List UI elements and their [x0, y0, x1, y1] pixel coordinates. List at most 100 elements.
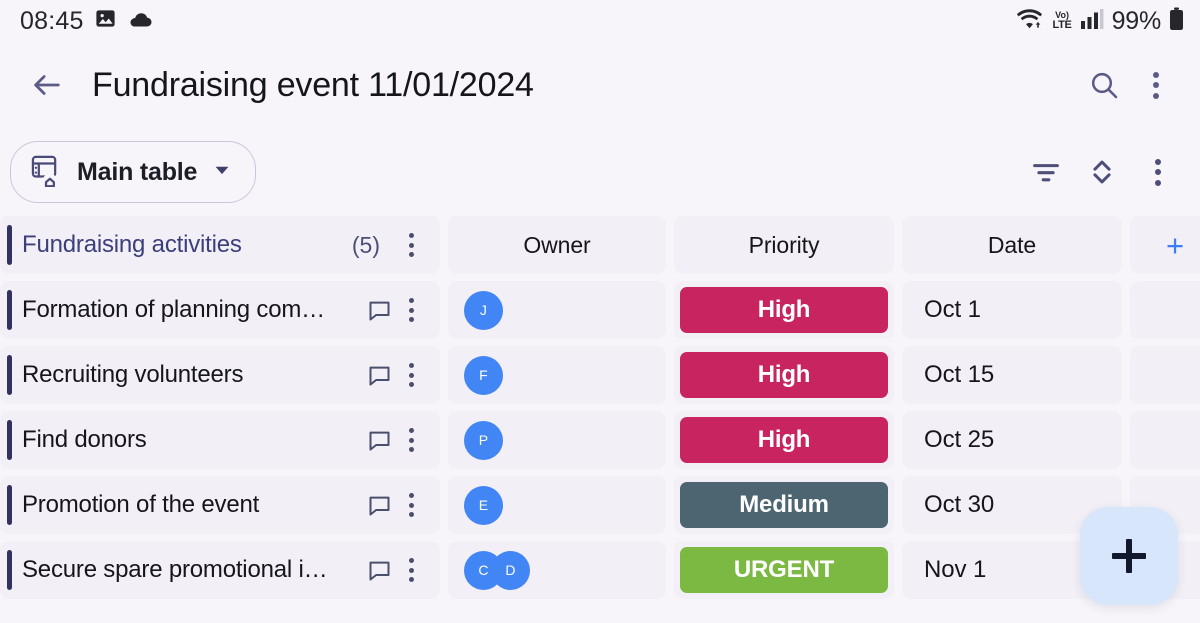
owner-cell[interactable]: P	[448, 411, 666, 469]
comment-icon[interactable]	[362, 550, 396, 590]
owner-avatars: E	[464, 485, 503, 525]
task-name-label: Formation of planning com…	[22, 296, 325, 323]
priority-cell[interactable]: Medium	[674, 476, 894, 534]
group-overflow-menu-button[interactable]	[396, 225, 426, 265]
column-header-priority-label: Priority	[748, 231, 820, 258]
date-label: Oct 25	[924, 426, 995, 453]
avatar[interactable]: F	[464, 355, 503, 395]
sort-button[interactable]	[1074, 144, 1130, 200]
column-header-date[interactable]: Date	[902, 216, 1122, 274]
owner-cell[interactable]: J	[448, 281, 666, 339]
priority-cell[interactable]: High	[674, 346, 894, 404]
search-button[interactable]	[1078, 59, 1130, 111]
avatar[interactable]: J	[464, 290, 503, 330]
signal-bars-icon	[1080, 8, 1104, 35]
toolbar-overflow-menu-button[interactable]	[1130, 144, 1186, 200]
group-header-row: Fundraising activities (5) Owner Priorit…	[0, 216, 1200, 274]
plus-icon: +	[1165, 227, 1185, 263]
table-row[interactable]: Find donors P High Oct 25	[0, 411, 1200, 469]
battery-icon	[1169, 7, 1184, 36]
date-label: Oct 1	[924, 296, 981, 323]
task-name-label: Secure spare promotional i…	[22, 556, 328, 583]
date-cell[interactable]: Oct 1	[902, 281, 1122, 339]
priority-chip[interactable]: Medium	[680, 482, 888, 528]
table-row[interactable]: Recruiting volunteers F High Oct 15	[0, 346, 1200, 404]
row-overflow-menu-button[interactable]	[396, 355, 426, 395]
add-column-button[interactable]: +	[1130, 216, 1200, 274]
row-overflow-menu-button[interactable]	[396, 420, 426, 460]
table-row[interactable]: Secure spare promotional i… CD URGENT No…	[0, 541, 1200, 599]
back-button[interactable]	[24, 62, 70, 108]
board-selector-label: Main table	[77, 157, 198, 186]
comment-icon[interactable]	[362, 485, 396, 525]
owner-avatars: J	[464, 290, 503, 330]
image-icon	[94, 7, 117, 35]
row-extra-cell[interactable]	[1130, 411, 1200, 469]
task-name-cell[interactable]: Secure spare promotional i…	[0, 541, 440, 599]
owner-cell[interactable]: F	[448, 346, 666, 404]
row-overflow-menu-button[interactable]	[396, 485, 426, 525]
task-name-label: Promotion of the event	[22, 491, 260, 518]
battery-percentage: 99%	[1111, 6, 1162, 35]
comment-icon[interactable]	[362, 420, 396, 460]
filter-button[interactable]	[1018, 144, 1074, 200]
column-header-priority[interactable]: Priority	[674, 216, 894, 274]
date-label: Nov 1	[924, 556, 987, 583]
row-extra-cell[interactable]	[1130, 346, 1200, 404]
owner-cell[interactable]: CD	[448, 541, 666, 599]
task-name-cell[interactable]: Formation of planning com…	[0, 281, 440, 339]
row-overflow-menu-button[interactable]	[396, 290, 426, 330]
priority-cell[interactable]: High	[674, 411, 894, 469]
priority-chip[interactable]: High	[680, 287, 888, 333]
volte-icon: Vo) LTE	[1052, 10, 1072, 31]
app-bar: Fundraising event 11/01/2024	[0, 42, 1200, 128]
task-name-cell[interactable]: Promotion of the event	[0, 476, 440, 534]
avatar[interactable]: P	[464, 420, 503, 460]
date-label: Oct 30	[924, 491, 995, 518]
kebab-icon	[1143, 152, 1173, 192]
date-cell[interactable]: Oct 15	[902, 346, 1122, 404]
priority-chip[interactable]: High	[680, 352, 888, 398]
priority-cell[interactable]: High	[674, 281, 894, 339]
date-label: Oct 15	[924, 361, 995, 388]
group-name-label: Fundraising activities	[22, 231, 242, 258]
row-extra-cell[interactable]	[1130, 281, 1200, 339]
status-bar-right: Vo) LTE 99%	[1015, 7, 1185, 36]
header-overflow-menu-button[interactable]	[1130, 59, 1182, 111]
board-selector-button[interactable]: Main table	[10, 141, 257, 203]
group-name-cell[interactable]: Fundraising activities (5)	[0, 216, 440, 274]
table-row[interactable]: Formation of planning com… J High Oct 1	[0, 281, 1200, 339]
status-time: 08:45	[20, 6, 84, 35]
chevron-down-icon	[211, 159, 233, 186]
kebab-icon	[1141, 65, 1171, 105]
avatar[interactable]: E	[464, 485, 503, 525]
group-item-count: (5)	[351, 231, 380, 258]
table-row[interactable]: Promotion of the event E Medium Oct 30	[0, 476, 1200, 534]
page-title: Fundraising event 11/01/2024	[92, 65, 534, 104]
task-name-label: Recruiting volunteers	[22, 361, 244, 388]
add-item-fab[interactable]	[1080, 507, 1178, 605]
avatar[interactable]: D	[491, 550, 530, 590]
cloud-icon	[127, 9, 153, 34]
date-cell[interactable]: Oct 25	[902, 411, 1122, 469]
owner-cell[interactable]: E	[448, 476, 666, 534]
app-screen: 08:45 Vo) LTE 99% Fundraising event 11/0…	[0, 0, 1200, 623]
priority-cell[interactable]: URGENT	[674, 541, 894, 599]
board-toolbar: Main table	[0, 128, 1200, 216]
task-name-cell[interactable]: Find donors	[0, 411, 440, 469]
table-home-icon	[29, 153, 63, 192]
priority-chip[interactable]: URGENT	[680, 547, 888, 593]
task-name-cell[interactable]: Recruiting volunteers	[0, 346, 440, 404]
owner-avatars: P	[464, 420, 503, 460]
task-name-label: Find donors	[22, 426, 147, 453]
row-overflow-menu-button[interactable]	[396, 550, 426, 590]
column-header-owner-label: Owner	[523, 231, 591, 258]
comment-icon[interactable]	[362, 355, 396, 395]
board-table: Fundraising activities (5) Owner Priorit…	[0, 216, 1200, 599]
priority-chip[interactable]: High	[680, 417, 888, 463]
column-header-date-label: Date	[987, 231, 1037, 258]
owner-avatars: F	[464, 355, 503, 395]
comment-icon[interactable]	[362, 290, 396, 330]
column-header-owner[interactable]: Owner	[448, 216, 666, 274]
wifi-icon	[1015, 7, 1045, 36]
